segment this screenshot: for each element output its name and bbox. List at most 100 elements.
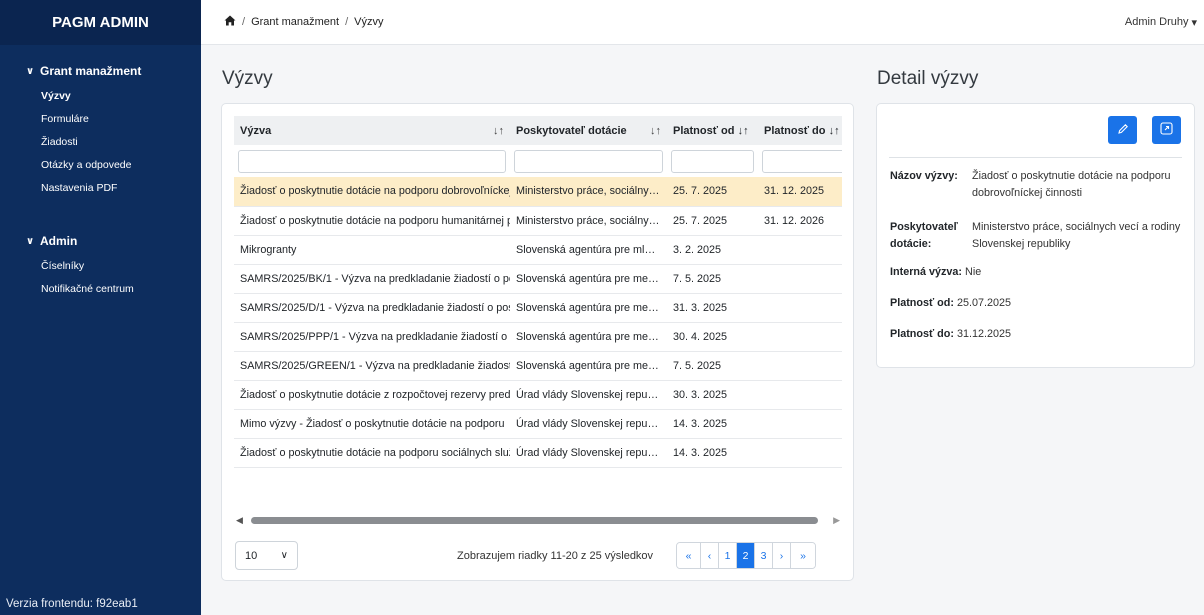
column-header-platnost-do[interactable]: Platnosť do ↓↑ bbox=[758, 116, 842, 145]
user-menu[interactable]: Admin Druhy ▾ bbox=[1125, 16, 1197, 29]
cell-platnost-od: 7. 5. 2025 bbox=[667, 351, 758, 381]
cell-platnost-do bbox=[758, 293, 842, 323]
sidebar-item-otazky[interactable]: Otázky a odpovede bbox=[0, 153, 201, 176]
scroll-right-icon[interactable]: ▶ bbox=[833, 515, 840, 526]
breadcrumb-grant[interactable]: Grant manažment bbox=[251, 16, 339, 28]
detail-row-platnost-od: Platnosť od: 25.07.2025 bbox=[890, 295, 1011, 312]
filter-poskytovatel[interactable] bbox=[514, 149, 663, 173]
frontend-version: Verzia frontendu: f92eab1 bbox=[6, 598, 138, 610]
page-size-select[interactable]: 10 ∨ bbox=[235, 541, 298, 570]
scroll-left-icon[interactable]: ◀ bbox=[236, 515, 243, 526]
page-prev-button[interactable]: ‹ bbox=[701, 543, 719, 568]
column-header-vyzva[interactable]: Výzva ↓↑ bbox=[234, 116, 510, 145]
filter-platnost-od[interactable] bbox=[671, 149, 754, 173]
detail-row-platnost-do: Platnosť do: 31.12.2025 bbox=[890, 326, 1011, 343]
column-header-poskytovatel[interactable]: Poskytovateľ dotácie ↓↑ bbox=[510, 116, 667, 145]
detail-title: Detail výzvy bbox=[877, 68, 979, 89]
detail-label: Poskytovateľ dotácie: bbox=[890, 221, 958, 250]
sidebar-item-notifikacne-centrum[interactable]: Notifikačné centrum bbox=[0, 277, 201, 300]
table-row[interactable]: SAMRS/2025/D/1 - Výzva na predkladanie ž… bbox=[234, 293, 842, 323]
horizontal-scrollbar[interactable]: ◀ ▶ bbox=[234, 515, 842, 526]
brand-logo[interactable]: PAGM ADMIN bbox=[0, 0, 201, 45]
cell-vyzva: Žiadosť o poskytnutie dotácie na podporu… bbox=[234, 438, 510, 468]
detail-row-poskytovatel: Poskytovateľ dotácie: Ministerstvo práce,… bbox=[890, 219, 1182, 253]
page-button[interactable]: 1 bbox=[719, 543, 737, 568]
table-row[interactable]: Žiadosť o poskytnutie dotácie na podporu… bbox=[234, 206, 842, 236]
nav-section-grant: ∨ Grant manažment Výzvy Formuláre Žiados… bbox=[0, 45, 201, 199]
table-row[interactable]: Žiadosť o poskytnutie dotácie na podporu… bbox=[234, 177, 842, 207]
page-size-value: 10 bbox=[245, 549, 258, 562]
cell-platnost-od: 25. 7. 2025 bbox=[667, 177, 758, 207]
cell-platnost-do bbox=[758, 235, 842, 265]
detail-row-interna: Interná výzva: Nie bbox=[890, 264, 981, 281]
cell-vyzva: SAMRS/2025/PPP/1 - Výzva na predkladanie… bbox=[234, 322, 510, 352]
sidebar-item-vyzvy[interactable]: Výzvy bbox=[0, 84, 201, 107]
page-next-button[interactable]: › bbox=[773, 543, 791, 568]
vyzvy-table: Výzva ↓↑ Poskytovateľ dotácie ↓↑ Platnosť … bbox=[234, 116, 842, 468]
sort-icon[interactable]: ↓↑ bbox=[829, 125, 840, 137]
page-last-button[interactable]: » bbox=[791, 543, 815, 568]
table-row[interactable]: Žiadosť o poskytnutie dotácie z rozpočto… bbox=[234, 380, 842, 410]
cell-poskytovatel: Slovenská agentúra pre mládež bbox=[510, 235, 667, 265]
cell-poskytovatel: Ministerstvo práce, sociálnych vecí a ro… bbox=[510, 177, 667, 207]
breadcrumb-separator: / bbox=[242, 16, 246, 28]
cell-platnost-do bbox=[758, 380, 842, 410]
page-button[interactable]: 2 bbox=[737, 543, 755, 568]
edit-button[interactable] bbox=[1108, 116, 1137, 144]
sort-icon[interactable]: ↓↑ bbox=[738, 125, 749, 137]
cell-platnost-do bbox=[758, 438, 842, 468]
chevron-down-icon: ∨ bbox=[26, 65, 35, 77]
detail-row-nazov: Názov výzvy: Žiadosť o poskytnutie dotáci… bbox=[890, 168, 1182, 202]
table-row[interactable]: SAMRS/2025/BK/1 - Výzva na predkladanie … bbox=[234, 264, 842, 294]
section-toggle-grant[interactable]: ∨ Grant manažment bbox=[0, 62, 201, 80]
table-row[interactable]: Mikrogranty Slovenská agentúra pre mládež… bbox=[234, 235, 842, 265]
cell-platnost-do: 31. 12. 2026 bbox=[758, 206, 842, 236]
chevron-down-icon: ∨ bbox=[280, 550, 288, 561]
nav-section-admin: ∨ Admin Číselníky Notifikačné centrum bbox=[0, 199, 201, 300]
chevron-down-icon: ∨ bbox=[26, 235, 35, 247]
open-detail-button[interactable] bbox=[1152, 116, 1181, 144]
cell-platnost-do bbox=[758, 409, 842, 439]
column-header-platnost-od[interactable]: Platnosť od ↓↑ bbox=[667, 116, 758, 145]
cell-vyzva: Mikrogranty bbox=[234, 235, 510, 265]
breadcrumb-separator: / bbox=[345, 16, 349, 28]
sidebar-item-formulare[interactable]: Formuláre bbox=[0, 107, 201, 130]
cell-poskytovatel: Úrad vlády Slovenskej republiky bbox=[510, 438, 667, 468]
cell-platnost-do bbox=[758, 351, 842, 381]
table-row[interactable]: SAMRS/2025/GREEN/1 - Výzva na predkladan… bbox=[234, 351, 842, 381]
page-button[interactable]: 3 bbox=[755, 543, 773, 568]
sidebar-item-nastavenia-pdf[interactable]: Nastavenia PDF bbox=[0, 176, 201, 199]
cell-platnost-od: 7. 5. 2025 bbox=[667, 264, 758, 294]
table-row[interactable]: SAMRS/2025/PPP/1 - Výzva na predkladanie… bbox=[234, 322, 842, 352]
sort-icon[interactable]: ↓↑ bbox=[650, 125, 661, 137]
cell-poskytovatel: Slovenská agentúra pre medzinárodnú rozv… bbox=[510, 322, 667, 352]
sidebar-item-ciselniky[interactable]: Číselníky bbox=[0, 254, 201, 277]
sidebar-item-ziadosti[interactable]: Žiadosti bbox=[0, 130, 201, 153]
breadcrumb-vyzvy: Výzvy bbox=[354, 16, 384, 28]
cell-poskytovatel: Úrad vlády Slovenskej republiky bbox=[510, 380, 667, 410]
cell-platnost-od: 25. 7. 2025 bbox=[667, 206, 758, 236]
detail-label: Interná výzva: bbox=[890, 266, 963, 278]
sort-icon[interactable]: ↓↑ bbox=[493, 125, 504, 137]
cell-poskytovatel: Úrad vlády Slovenskej republiky bbox=[510, 409, 667, 439]
table-scroll-area[interactable]: Výzva ↓↑ Poskytovateľ dotácie ↓↑ Platnosť … bbox=[234, 116, 842, 496]
cell-vyzva: SAMRS/2025/GREEN/1 - Výzva na predkladan… bbox=[234, 351, 510, 381]
cell-platnost-od: 30. 3. 2025 bbox=[667, 380, 758, 410]
cell-vyzva: Žiadosť o poskytnutie dotácie na podporu… bbox=[234, 177, 510, 207]
vyzvy-table-card: Výzva ↓↑ Poskytovateľ dotácie ↓↑ Platnosť … bbox=[221, 103, 854, 581]
home-icon[interactable] bbox=[224, 15, 236, 29]
filter-platnost-do[interactable] bbox=[762, 149, 842, 173]
table-row[interactable]: Mimo výzvy - Žiadosť o poskytnutie dotác… bbox=[234, 409, 842, 439]
filter-vyzva[interactable] bbox=[238, 149, 506, 173]
pagination: «‹ 1 2 3 ›» bbox=[676, 542, 816, 569]
cell-platnost-do: 31. 12. 2025 bbox=[758, 177, 842, 207]
cell-poskytovatel: Slovenská agentúra pre medzinárodnú rozv… bbox=[510, 293, 667, 323]
page-first-button[interactable]: « bbox=[677, 543, 701, 568]
section-toggle-admin[interactable]: ∨ Admin bbox=[0, 232, 201, 250]
table-row[interactable]: Žiadosť o poskytnutie dotácie na podporu… bbox=[234, 438, 842, 468]
page-title: Výzvy bbox=[222, 68, 273, 89]
cell-platnost-od: 14. 3. 2025 bbox=[667, 409, 758, 439]
cell-vyzva: Žiadosť o poskytnutie dotácie na podporu… bbox=[234, 206, 510, 236]
scrollbar-thumb[interactable] bbox=[251, 517, 818, 524]
cell-poskytovatel: Ministerstvo práce, sociálnych vecí a ro… bbox=[510, 206, 667, 236]
